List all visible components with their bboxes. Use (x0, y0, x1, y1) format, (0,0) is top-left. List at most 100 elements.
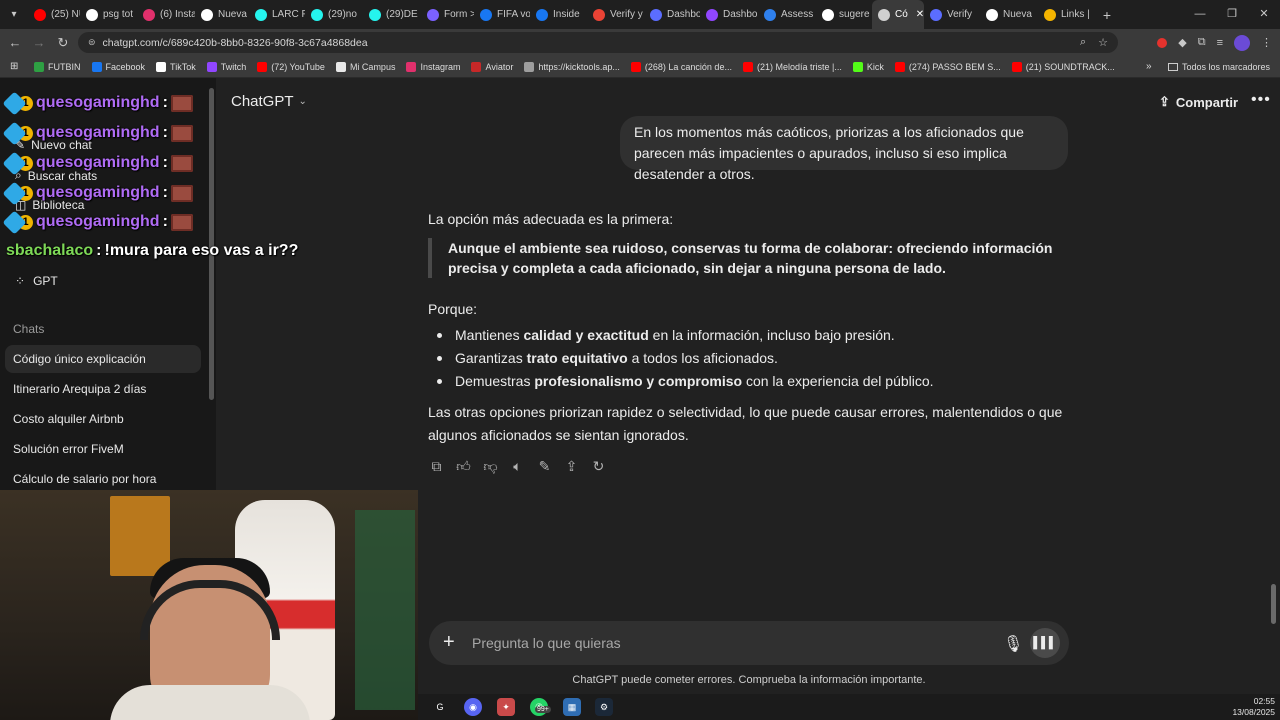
browser-tab[interactable]: psg tot (80, 0, 137, 29)
bookmark-item[interactable]: (21) Melodía triste |... (742, 61, 842, 72)
zoom-icon[interactable]: ⌕ (1080, 36, 1086, 49)
bookmark-item[interactable]: (72) YouTube (257, 61, 325, 72)
reload-icon[interactable]: ↻ (51, 35, 75, 51)
thumbs-up-icon[interactable]: 👍︎ (455, 458, 472, 475)
bookmark-item[interactable]: Mi Campus (335, 61, 395, 72)
bookmark-item[interactable]: Twitch (206, 61, 247, 72)
site-info-icon[interactable]: ⊜ (88, 37, 96, 48)
bookmark-favicon-icon (524, 61, 535, 72)
tab-search-icon[interactable]: ▾ (0, 0, 28, 29)
browser-tab[interactable]: Form > (421, 0, 474, 29)
bookmark-label: Kick (866, 61, 884, 72)
bookmark-item[interactable]: Facebook (91, 61, 145, 72)
bookmark-favicon-icon (471, 61, 482, 72)
apps-grid-icon[interactable]: ⊞ (10, 61, 34, 72)
answer-because: Porque: (428, 301, 478, 317)
browser-tab[interactable]: Verify y (587, 0, 644, 29)
regenerate-icon[interactable]: ↻ (590, 458, 607, 475)
close-window-icon[interactable]: ✕ (1248, 0, 1280, 29)
browser-tab[interactable]: (6) Insta (137, 0, 195, 29)
discord-icon[interactable]: ◉ (464, 698, 482, 716)
bookmark-item[interactable]: TikTok (156, 61, 196, 72)
taskbar: G ◉ ✦ ✆ 99+ ▦ ⚙ 02:55 13/08/2025 (418, 694, 1280, 720)
more-bookmarks-icon[interactable]: » (1146, 61, 1152, 72)
browser-tab[interactable]: Nueva (195, 0, 249, 29)
bookmark-item[interactable]: (21) SOUNDTRACK... (1011, 61, 1115, 72)
tab-label: Assess (781, 9, 814, 20)
sidebar-chat-item[interactable]: Cálculo de salario por hora (13, 472, 156, 486)
more-options-icon[interactable]: ••• (1251, 91, 1271, 109)
answer-blockquote: Aunque el ambiente sea ruidoso, conserva… (428, 238, 1068, 278)
copy-icon[interactable]: ⧉ (428, 458, 445, 475)
forward-icon[interactable]: → (27, 35, 51, 50)
read-aloud-icon[interactable]: 🔈︎ (509, 458, 526, 475)
all-bookmarks-button[interactable]: Todos los marcadores (1167, 62, 1270, 72)
close-tab-icon[interactable]: ✕ (916, 9, 924, 20)
sidebar-chat-item[interactable]: Itinerario Arequipa 2 días (13, 382, 146, 396)
browser-tab[interactable]: (29)no (305, 0, 363, 29)
bookmark-item[interactable]: FUTBIN (34, 61, 81, 72)
prompt-input[interactable] (472, 632, 952, 654)
browser-tab[interactable]: Dashbo (644, 0, 700, 29)
browser-tab[interactable]: Có ✕ (872, 0, 924, 29)
browser-tab[interactable]: Assess (758, 0, 816, 29)
browser-tab[interactable]: (29)DE (363, 0, 421, 29)
browser-tab[interactable]: Nueva (980, 0, 1038, 29)
tab-label: Links | (1061, 9, 1090, 20)
bookmark-favicon-icon (34, 61, 44, 72)
share-message-icon[interactable]: ⇪ (563, 458, 580, 475)
browser-tab[interactable]: Links | (1038, 0, 1096, 29)
bookmark-item[interactable]: Aviator (471, 61, 513, 72)
bookmark-star-icon[interactable]: ☆ (1098, 36, 1108, 49)
bookmark-item[interactable]: https://kicktools.ap... (524, 61, 620, 72)
bookmark-item[interactable]: Kick (852, 61, 884, 72)
browser-tab[interactable]: Dashbo (700, 0, 758, 29)
sub-badge-icon (2, 180, 27, 206)
browser-tab[interactable]: Inside (530, 0, 587, 29)
bookmark-item[interactable]: Instagram (406, 61, 460, 72)
bookmark-favicon-icon (335, 61, 346, 72)
profile-avatar-icon[interactable] (1234, 34, 1250, 51)
browser-menu-icon[interactable]: ⋮ (1261, 36, 1272, 49)
sidebar-chat-item[interactable]: Código único explicación (5, 345, 201, 373)
thumbs-down-icon[interactable]: 👎︎ (482, 458, 499, 475)
extensions-puzzle-icon[interactable]: ⧉ (1198, 36, 1206, 49)
bookmark-label: (21) Melodía triste |... (756, 61, 842, 72)
browser-tab[interactable]: Verify (924, 0, 980, 29)
bookmark-label: Twitch (220, 61, 247, 72)
share-button[interactable]: ⇪ Compartir (1159, 94, 1238, 110)
browser-tab[interactable]: sugere (816, 0, 872, 29)
voice-mode-icon[interactable]: ▌▌▌ (1030, 628, 1060, 658)
browser-tab[interactable]: FIFA vo (474, 0, 530, 29)
new-tab-button[interactable]: + (1096, 7, 1118, 23)
add-attachment-icon[interactable]: + (443, 631, 455, 654)
steam-icon[interactable]: ⚙ (595, 698, 613, 716)
sidebar-chat-item[interactable]: Costo alquiler Airbnb (13, 412, 124, 426)
edit-canvas-icon[interactable]: ✎ (536, 458, 553, 475)
microphone-icon[interactable]: 🎙︎ (1003, 634, 1023, 654)
tab-favicon-icon (34, 8, 46, 21)
extension-icon[interactable]: ◆ (1178, 36, 1186, 49)
tab-favicon-icon (311, 8, 323, 21)
chat-message: !mura para eso vas a ir?? (104, 242, 299, 259)
back-icon[interactable]: ← (3, 35, 27, 50)
main-scrollbar[interactable] (1271, 584, 1276, 624)
bullet-pre: Garantizas (455, 350, 527, 366)
calculator-icon[interactable]: ▦ (563, 698, 581, 716)
browser-tab[interactable]: LARC P (249, 0, 305, 29)
taskbar-app-icon[interactable]: ✦ (497, 698, 515, 716)
minimize-icon[interactable]: — (1184, 0, 1216, 29)
maximize-icon[interactable]: ❐ (1216, 0, 1248, 29)
record-extension-icon[interactable] (1157, 37, 1168, 48)
url-field[interactable]: ⊜ chatgpt.com/c/689c420b-8bb0-8326-90f8-… (78, 32, 1118, 53)
gpt-button[interactable]: ⁘ GPT (15, 274, 58, 288)
model-selector[interactable]: ChatGPT ⌄ (231, 93, 307, 110)
media-icon[interactable]: ≡ (1217, 37, 1223, 49)
system-clock[interactable]: 02:55 13/08/2025 (1232, 696, 1275, 718)
bullet-bold: profesionalismo y compromiso (534, 373, 743, 389)
taskbar-g-icon[interactable]: G (431, 698, 449, 716)
sidebar-chat-item[interactable]: Solución error FiveM (13, 442, 124, 456)
browser-tab[interactable]: (25) NU (28, 0, 80, 29)
bookmark-item[interactable]: (268) La canción de... (630, 61, 732, 72)
bookmark-item[interactable]: (274) PASSO BEM S... (894, 61, 1001, 72)
